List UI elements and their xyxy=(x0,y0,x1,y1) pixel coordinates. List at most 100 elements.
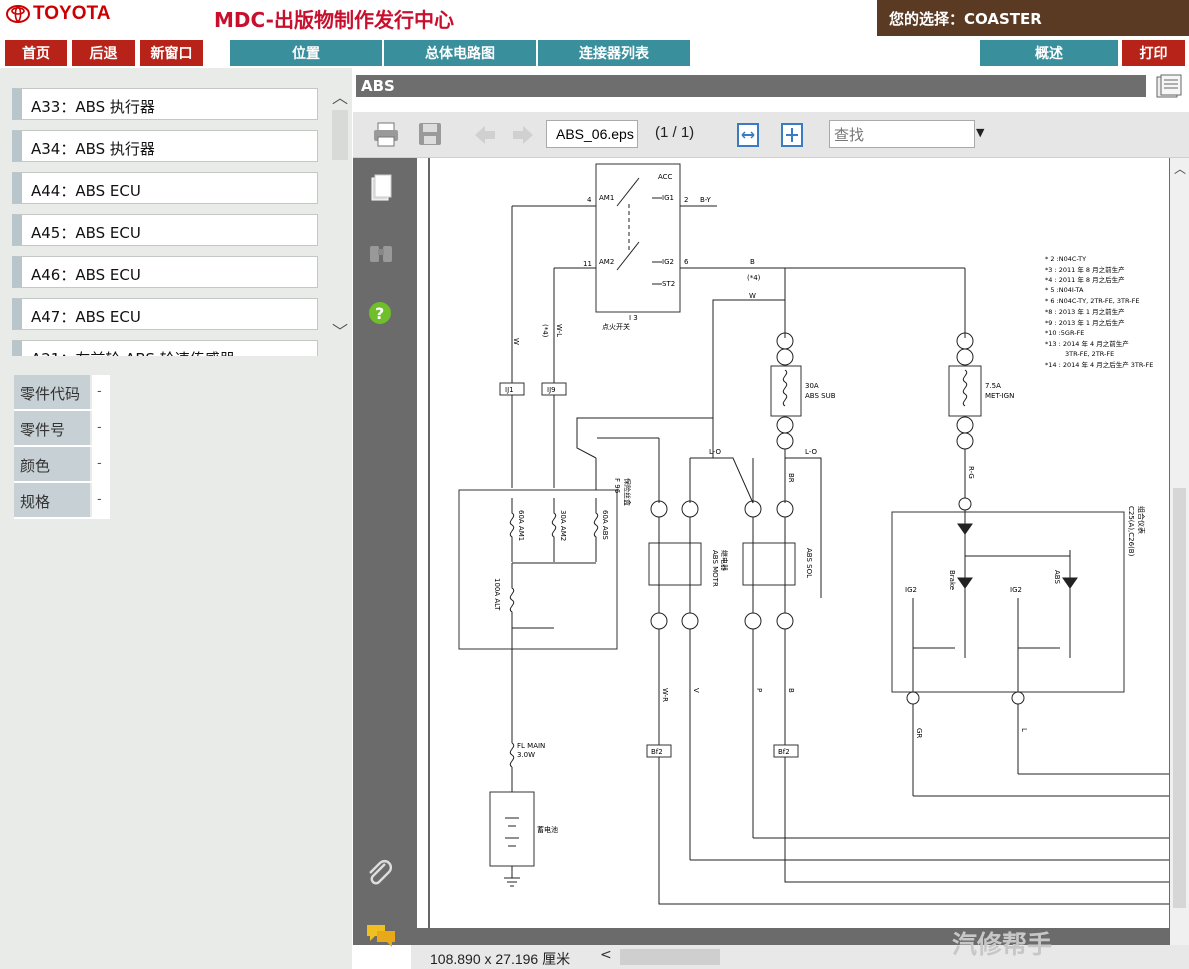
ig2-meter-label-2: IG2 xyxy=(1010,586,1022,594)
fl-main-size: 3.0W xyxy=(517,751,535,759)
list-scrollbar[interactable]: ︿ ﹀ xyxy=(330,84,350,354)
ij1-label: IJ1 xyxy=(505,386,514,394)
save-icon[interactable] xyxy=(416,120,444,152)
ig2-label: IG2 xyxy=(662,258,674,266)
acc-label: ACC xyxy=(658,173,673,181)
wire-wl-label: W-L xyxy=(555,324,563,337)
svg-text:* 2 :N04C-TY: * 2 :N04C-TY xyxy=(1045,255,1086,263)
toyota-logo: TOYOTA xyxy=(0,0,160,28)
list-item[interactable]: A33：ABS 执行器 xyxy=(12,88,318,120)
svg-text:* 5 :N04I-TA: * 5 :N04I-TA xyxy=(1045,286,1084,294)
binoculars-icon[interactable] xyxy=(367,240,395,270)
wire-br-label: BR xyxy=(787,473,795,483)
ig2-meter-label-1: IG2 xyxy=(905,586,917,594)
ignition-switch-code: I 3 xyxy=(629,314,638,322)
svg-text:*14 : 2014 年 4 月之后生产 3TR-FE: *14 : 2014 年 4 月之后生产 3TR-FE xyxy=(1045,360,1153,369)
list-item[interactable]: A34：ABS 执行器 xyxy=(12,130,318,162)
brand-name: TOYOTA xyxy=(33,3,111,24)
prev-page-icon[interactable] xyxy=(472,122,498,152)
pages-icon[interactable] xyxy=(367,174,395,208)
note-4-ig2: (*4) xyxy=(747,274,761,282)
connector-list: A33：ABS 执行器 A34：ABS 执行器 A44：ABS ECU A45：… xyxy=(12,84,322,356)
am2-label: AM2 xyxy=(599,258,614,266)
wiring-diagram-page[interactable]: ACC AM1 IG1 AM2 IG2 ST2 I 3 点火开关 4 11 W … xyxy=(417,158,1169,928)
list-item[interactable]: A44：ABS ECU xyxy=(12,172,318,204)
wire-l-label: L xyxy=(1020,728,1028,732)
new-window-button[interactable]: 新窗口 xyxy=(139,39,204,67)
svg-text:*10 :5GR-FE: *10 :5GR-FE xyxy=(1045,329,1084,337)
am2-fuse-label: 30A AM2 xyxy=(559,510,567,541)
wire-b-label: B xyxy=(750,258,755,266)
attachment-icon[interactable] xyxy=(365,858,395,892)
scroll-up-icon[interactable]: ︿ xyxy=(332,84,348,108)
list-item[interactable]: A46：ABS ECU xyxy=(12,256,318,288)
am2-pin: 11 xyxy=(583,260,592,268)
wire-p-label: P xyxy=(755,688,763,692)
scroll-down-icon[interactable]: ﹀ xyxy=(332,318,348,342)
wire-wr-label: W-R xyxy=(661,688,669,702)
prop-row: 颜色 - xyxy=(14,447,110,483)
document-list-icon[interactable] xyxy=(1153,74,1185,104)
comments-icon[interactable] xyxy=(365,922,397,952)
alt-fuse-label: 100A ALT xyxy=(493,578,501,611)
bf2-label-1: Bf2 xyxy=(651,748,663,756)
viewer-sidebar: ? xyxy=(353,158,411,947)
wire-lo-label: L-O xyxy=(709,448,721,456)
position-button[interactable]: 位置 xyxy=(229,39,383,67)
fl-main-label: FL MAIN xyxy=(517,742,545,750)
svg-text:*3 : 2011 年 8 月之前生产: *3 : 2011 年 8 月之前生产 xyxy=(1045,265,1125,274)
scroll-thumb[interactable] xyxy=(332,110,348,160)
scroll-thumb[interactable] xyxy=(1173,488,1186,908)
next-page-icon[interactable] xyxy=(510,122,536,152)
page-indicator: (1 / 1) xyxy=(655,124,695,141)
prop-value: - xyxy=(92,447,110,481)
search-input[interactable]: 查找 xyxy=(829,120,975,148)
wire-v-label: V xyxy=(692,688,700,693)
prop-row: 规格 - xyxy=(14,483,110,519)
abs-fuse-label: 60A ABS xyxy=(601,510,609,540)
fit-page-icon[interactable] xyxy=(780,122,804,152)
svg-text:*8 : 2013 年 1 月之前生产: *8 : 2013 年 1 月之前生产 xyxy=(1045,307,1125,316)
print-icon[interactable] xyxy=(371,120,401,152)
home-button[interactable]: 首页 xyxy=(4,39,68,67)
search-dropdown-icon[interactable]: ▼ xyxy=(976,126,984,139)
page-size-text: 108.890 x 27.196 厘米 xyxy=(430,951,571,967)
list-item[interactable]: A45：ABS ECU xyxy=(12,214,318,246)
toyota-emblem-icon xyxy=(6,5,30,23)
svg-text:*9 : 2013 年 1 月之后生产: *9 : 2013 年 1 月之后生产 xyxy=(1045,318,1125,327)
app-title: MDC-出版物制作发行中心 xyxy=(214,8,454,32)
overview-button[interactable]: 概述 xyxy=(979,39,1119,67)
fit-width-icon[interactable] xyxy=(736,122,760,152)
relay-name: 继电器 xyxy=(720,550,729,571)
am1-pin: 4 xyxy=(587,196,592,204)
notes-block: * 2 :N04C-TY *3 : 2011 年 8 月之前生产 *4 : 20… xyxy=(1045,255,1153,369)
connector-list-button[interactable]: 连接器列表 xyxy=(537,39,691,67)
overall-diagram-button[interactable]: 总体电路图 xyxy=(383,39,537,67)
wire-by-label: B-Y xyxy=(700,196,711,204)
am1-label: AM1 xyxy=(599,194,614,202)
wire-gr-label: GR xyxy=(915,728,923,738)
back-button[interactable]: 后退 xyxy=(71,39,136,67)
wire-b-label-2: B xyxy=(787,688,795,693)
abs-warning-label: ABS xyxy=(1053,570,1061,584)
vehicle-selection: 您的选择：COASTER xyxy=(877,0,1189,36)
wire-w-label: W xyxy=(512,338,520,345)
help-icon[interactable]: ? xyxy=(367,300,393,330)
file-name-field: ABS_06.eps xyxy=(546,120,638,148)
abs-sub-label: ABS SUB xyxy=(805,392,836,400)
prop-value: - xyxy=(92,411,110,445)
list-item[interactable]: A47：ABS ECU xyxy=(12,298,318,330)
scroll-up-icon[interactable]: ︿ xyxy=(1174,160,1186,177)
met-ign-amp: 7.5A xyxy=(985,382,1001,390)
vertical-scrollbar[interactable]: ︿ xyxy=(1170,158,1189,945)
scroll-left-icon[interactable]: < xyxy=(600,947,612,963)
wiring-diagram: ACC AM1 IG1 AM2 IG2 ST2 I 3 点火开关 4 11 W … xyxy=(428,158,1169,928)
ig1-label: IG1 xyxy=(662,194,674,202)
horizontal-scroll-thumb[interactable] xyxy=(620,949,720,965)
prop-label: 规格 xyxy=(14,483,90,517)
list-item[interactable]: A21：左前轮 ABS 轮速传感器 xyxy=(12,340,318,356)
combo-meter-name: 组合仪表 xyxy=(1137,506,1146,534)
print-button[interactable]: 打印 xyxy=(1121,39,1186,67)
abs-motr-label: ABS MOTR xyxy=(711,550,719,587)
property-table: 零件代码 - 零件号 - 颜色 - 规格 - xyxy=(14,375,110,519)
